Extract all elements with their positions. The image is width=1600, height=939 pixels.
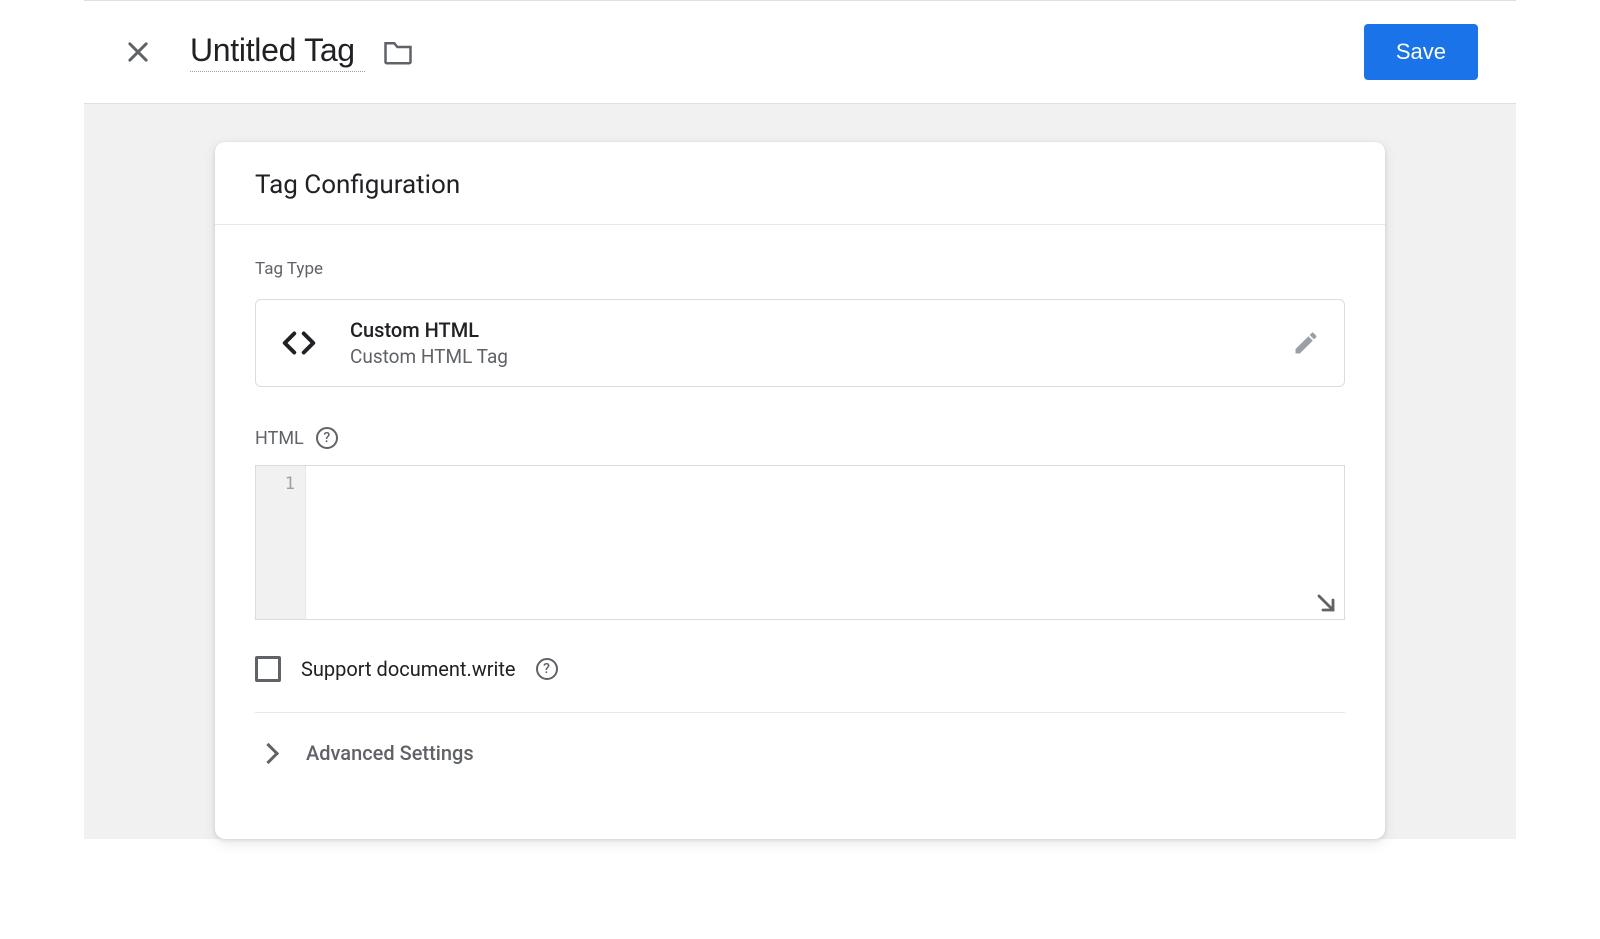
editor-gutter: 1 <box>256 466 306 619</box>
close-icon[interactable] <box>124 38 152 66</box>
html-editor[interactable]: 1 <box>255 465 1345 620</box>
support-document-write-label: Support document.write <box>301 657 516 681</box>
tag-type-description: Custom HTML Tag <box>350 345 1292 368</box>
card-title: Tag Configuration <box>215 142 1385 225</box>
tag-configuration-card: Tag Configuration Tag Type Custom HTML C… <box>215 142 1385 839</box>
advanced-settings-label: Advanced Settings <box>306 741 474 765</box>
body-area: Tag Configuration Tag Type Custom HTML C… <box>84 104 1516 839</box>
editor-content[interactable] <box>306 466 1344 619</box>
tag-type-selector[interactable]: Custom HTML Custom HTML Tag <box>255 299 1345 387</box>
tag-type-label: Tag Type <box>255 259 1345 279</box>
tag-type-name: Custom HTML <box>350 318 1292 342</box>
line-number: 1 <box>256 474 295 494</box>
code-icon <box>280 324 318 362</box>
advanced-settings-toggle[interactable]: Advanced Settings <box>215 713 1385 793</box>
tag-name-input[interactable] <box>190 32 365 72</box>
save-button[interactable]: Save <box>1364 24 1478 80</box>
resize-handle-icon[interactable] <box>1314 591 1338 615</box>
help-icon[interactable]: ? <box>316 427 338 449</box>
pencil-icon[interactable] <box>1292 329 1320 357</box>
chevron-right-icon <box>258 742 279 763</box>
folder-icon[interactable] <box>383 39 413 65</box>
html-editor-label: HTML <box>255 428 304 449</box>
help-icon[interactable]: ? <box>536 658 558 680</box>
header-bar: Save <box>84 1 1516 104</box>
support-document-write-checkbox[interactable] <box>255 656 281 682</box>
